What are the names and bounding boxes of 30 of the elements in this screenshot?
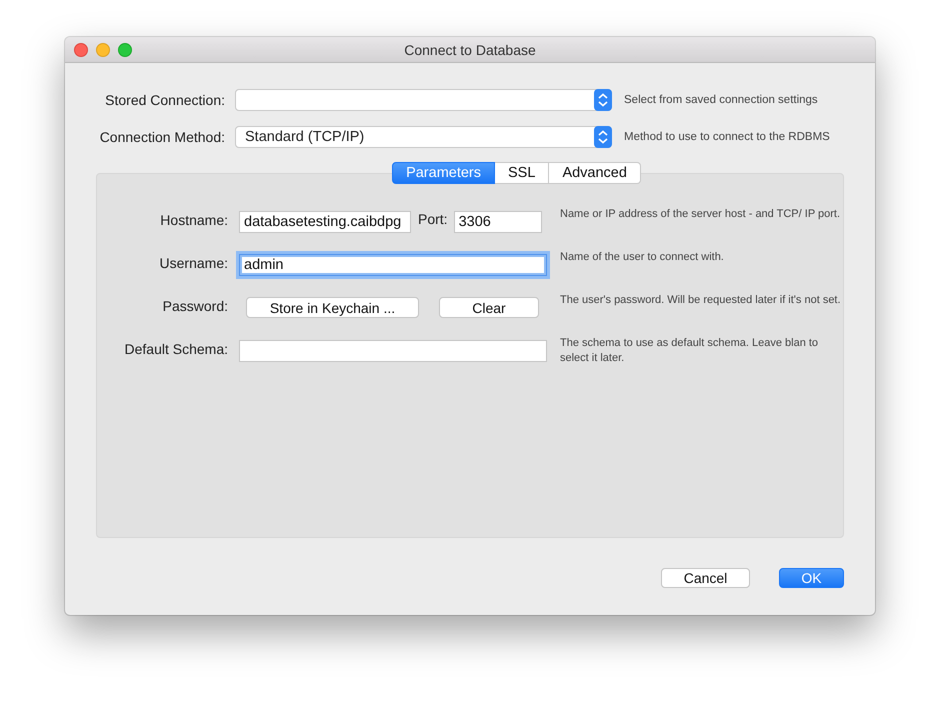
field-label: Default Schema: <box>124 340 228 357</box>
input-field[interactable]: admin <box>239 254 547 276</box>
help-text: The user's password. Will be requested later if it's not set. <box>560 293 842 308</box>
dropdown[interactable]: Standard (TCP/IP) <box>235 126 612 148</box>
field-label: Hostname: <box>159 211 228 228</box>
keychain-button[interactable]: Store in Keychain ... <box>246 297 419 318</box>
chevron-icon <box>594 126 612 148</box>
chevron-icon <box>594 89 612 111</box>
help-text: Name or IP address of the server host - and TCP/ IP port. <box>560 207 842 222</box>
field-label: Password: <box>162 297 228 314</box>
field-label: Stored Connection: <box>104 92 225 108</box>
cancel-button[interactable]: Cancel <box>661 568 750 588</box>
tab[interactable]: Advanced <box>549 162 641 184</box>
help-text: The schema to use as default schema. Leave blan to select it later. <box>560 336 820 366</box>
help-text: Method to use to connect to the RDBMS <box>624 131 830 143</box>
field-label: Username: <box>158 254 228 271</box>
dropdown[interactable] <box>235 89 612 111</box>
window-title: Connect to Database <box>404 42 536 58</box>
input-field[interactable] <box>239 340 547 362</box>
help-text: Select from saved connection settings <box>624 94 818 106</box>
help-text: Name of the user to connect with. <box>560 250 725 265</box>
input-field[interactable]: 3306 <box>454 211 542 233</box>
zoom-icon[interactable] <box>118 42 132 56</box>
input-field[interactable]: databasetesting.caibdpg <box>239 211 411 233</box>
field-label: Connection Method: <box>98 129 225 145</box>
minimize-icon[interactable] <box>96 42 110 56</box>
close-icon[interactable] <box>74 42 88 56</box>
tab[interactable]: SSL <box>495 162 550 184</box>
field-label: Port: <box>418 211 448 227</box>
clear-button[interactable]: Clear <box>439 297 539 318</box>
